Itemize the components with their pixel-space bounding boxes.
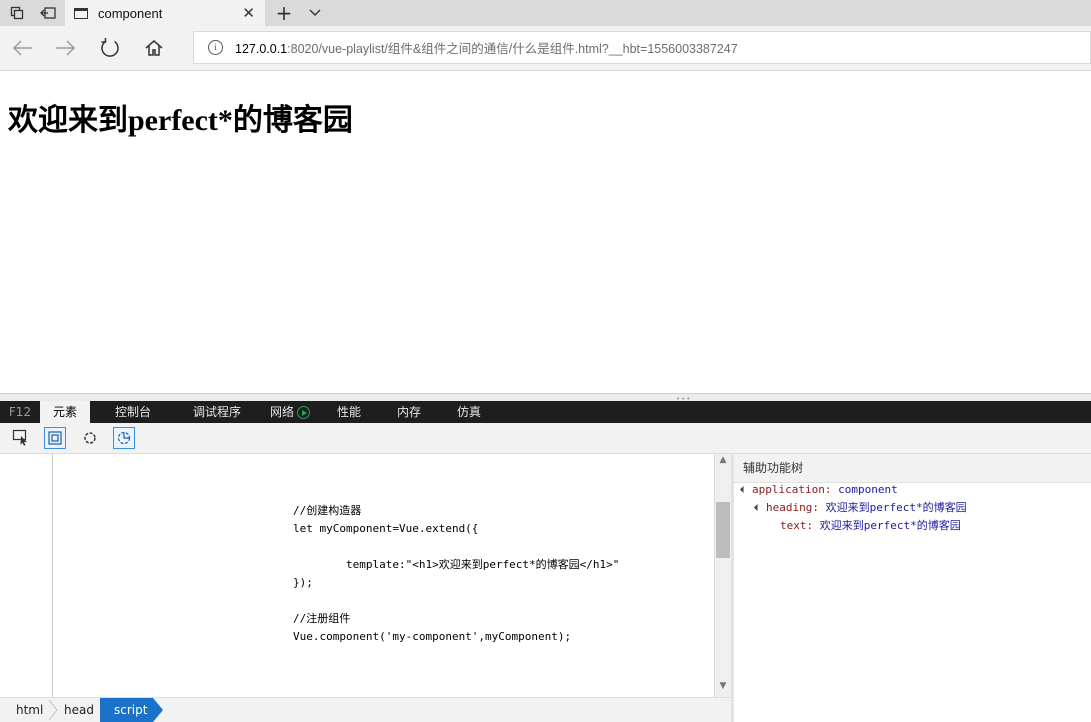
source-line [293,592,619,610]
breadcrumb-html[interactable]: html [16,698,43,722]
page-icon [74,7,88,19]
line-gutter [0,454,53,697]
devtools-tab-bar: F12 元素 控制台 调试程序 网络 性能 内存 仿真 [0,401,1091,423]
url-path: :8020/vue-playlist/组件&组件之间的通信/什么是组件.html… [287,42,738,56]
accessibility-tree-pane: 辅助功能树 application: component heading: 欢迎… [734,454,1091,722]
url-host: 127.0.0.1 [235,42,288,56]
node-key: text: [780,519,814,532]
url-text: 127.0.0.1:8020/vue-playlist/组件&组件之间的通信/什… [235,38,738,57]
tree-node-application[interactable]: application: component [739,481,898,499]
set-tabs-aside-icon[interactable] [33,0,63,26]
node-value: 欢迎来到perfect*的博客园 [819,519,961,532]
color-picker-icon[interactable] [79,427,101,449]
tab-performance[interactable]: 性能 [330,401,368,423]
navigation-bar: i 127.0.0.1:8020/vue-playlist/组件&组件之间的通信… [0,26,1091,71]
tab-preview-chevron-icon[interactable] [302,0,328,26]
tree-node-text[interactable]: text: 欢迎来到perfect*的博客园 [780,517,961,535]
source-line: //创建构造器 [293,504,362,517]
tab-debugger[interactable]: 调试程序 [185,401,249,423]
forward-icon[interactable] [50,33,82,63]
source-line: Vue.component('my-component',myComponent… [293,630,572,643]
source-line [293,538,619,556]
node-key: application: [752,483,832,496]
tab-bar: component ✕ + [0,0,1091,26]
tab-network-label: 网络 [269,405,294,419]
accessibility-tree-icon[interactable] [113,427,135,449]
dom-source-pane[interactable]: //创建构造器 let myComponent=Vue.extend({ temp… [0,454,714,697]
tab-component[interactable]: component ✕ [65,0,265,26]
back-icon[interactable] [6,33,38,63]
node-key: heading: [766,501,819,514]
tab-console[interactable]: 控制台 [103,401,163,423]
refresh-icon[interactable] [94,33,126,63]
source-line: }); [293,576,313,589]
page-heading: 欢迎来到perfect*的博客园 [8,104,353,137]
breadcrumb-script[interactable]: script [100,698,164,722]
select-element-icon[interactable] [10,427,32,449]
expand-triangle-icon[interactable] [739,485,748,494]
node-value: component [838,483,898,496]
script-source: //创建构造器 let myComponent=Vue.extend({ temp… [293,502,619,646]
source-line: //注册组件 [293,612,351,625]
scroll-up-icon[interactable]: ▲ [715,455,731,469]
source-line: let myComponent=Vue.extend({ [293,522,479,535]
close-tab-icon[interactable]: ✕ [242,4,255,22]
accessibility-tree-title: 辅助功能树 [734,454,1091,483]
devtools-f12-label: F12 [8,405,32,419]
breadcrumb-separator-icon [48,700,58,720]
dom-scrollbar[interactable]: ▲ ▼ [714,454,731,697]
tab-title: component [98,5,163,21]
tab-memory[interactable]: 内存 [390,401,428,423]
tab-emulation[interactable]: 仿真 [450,401,488,423]
node-value: 欢迎来到perfect*的博客园 [825,501,967,514]
address-bar[interactable]: i 127.0.0.1:8020/vue-playlist/组件&组件之间的通信… [193,31,1091,64]
source-line: template:"<h1>欢迎来到perfect*的博客园</h1>" [293,558,620,571]
info-icon[interactable]: i [208,40,223,55]
home-icon[interactable] [138,33,170,63]
highlight-elements-icon[interactable] [44,427,66,449]
page-viewport: 欢迎来到perfect*的博客园 [0,71,1091,393]
record-play-icon [297,406,310,419]
tab-actions-icon[interactable] [2,0,32,26]
tab-elements[interactable]: 元素 [40,401,90,423]
scrollbar-thumb[interactable] [716,502,730,558]
tab-network[interactable]: 网络 [262,401,318,423]
expand-triangle-icon[interactable] [753,503,762,512]
breadcrumb: html head script [0,697,731,722]
tree-node-heading[interactable]: heading: 欢迎来到perfect*的博客园 [753,499,967,517]
devtools-resize-handle[interactable]: ••• [0,393,1091,403]
scroll-down-icon[interactable]: ▼ [715,681,731,695]
new-tab-button[interactable]: + [270,0,298,26]
breadcrumb-head[interactable]: head [64,698,94,722]
devtools-toolbar [0,423,1091,454]
